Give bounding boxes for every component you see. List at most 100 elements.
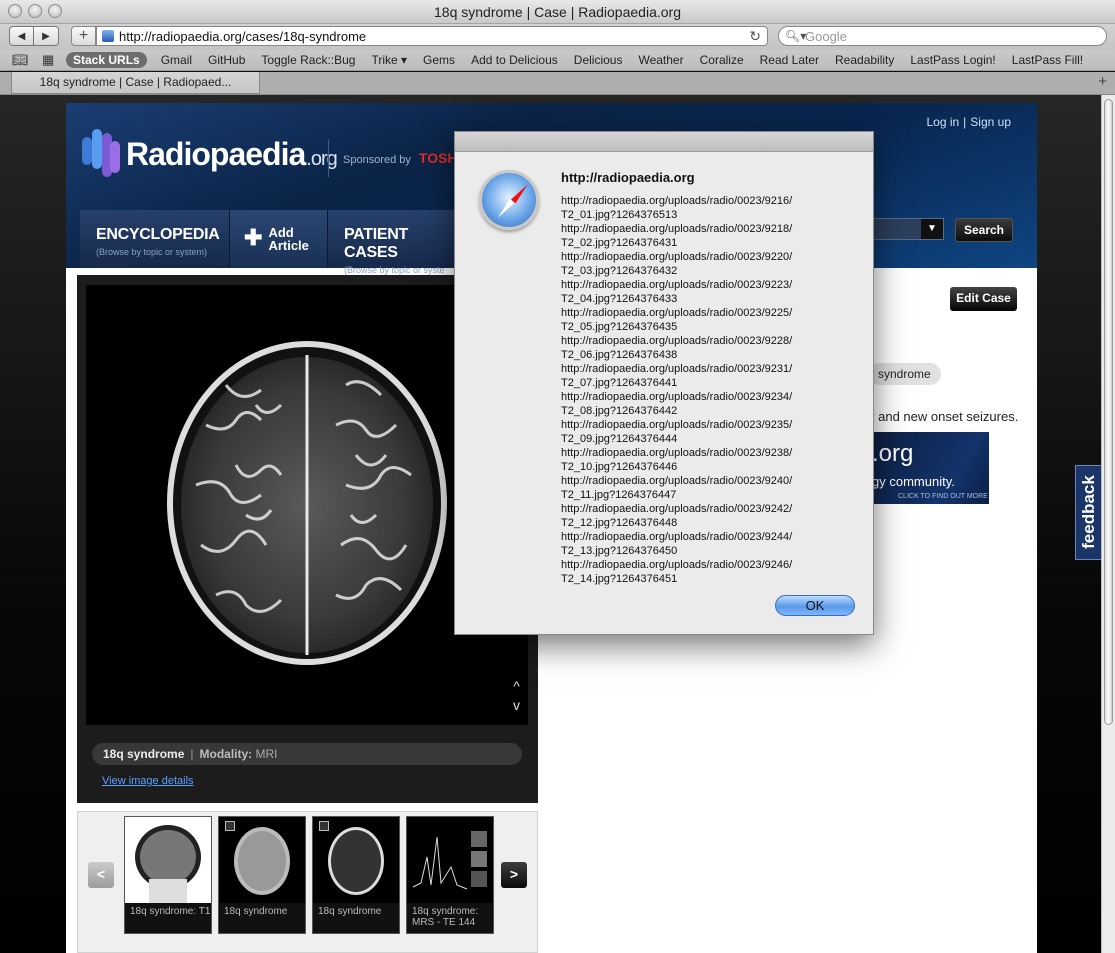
dialog-message-line: T2_11.jpg?1264376447 [561,489,677,501]
bookmark-item[interactable]: LastPass Login! [910,52,995,68]
reload-icon[interactable]: ↻ [749,27,761,46]
dialog-message-line: T2_04.jpg?1264376433 [561,293,678,305]
search-placeholder: Google [805,29,847,44]
image-caption-bar: 18q syndrome | Modality: MRI [92,743,522,765]
image-stack-icon [319,821,329,831]
dialog-message-line: http://radiopaedia.org/uploads/radio/002… [561,503,793,515]
back-button[interactable]: ◀ [9,26,34,46]
bookmark-item[interactable]: Coralize [700,52,744,68]
address-url: http://radiopaedia.org/cases/18q-syndrom… [119,29,367,44]
forward-button[interactable]: ▶ [34,26,59,46]
slice-scroll-controls[interactable]: ^ v [513,677,520,715]
thumbnail-item[interactable]: 18q syndrome: T1 [124,816,212,934]
scrollbar-thumb[interactable] [1104,99,1113,725]
site-search-select[interactable]: ▼ [870,218,944,240]
signup-link[interactable]: Sign up [970,115,1011,129]
radiopaedia-logo[interactable]: Radiopaedia.org [80,127,338,179]
bookmark-item[interactable]: Read Later [760,52,819,68]
dialog-message-line: T2_12.jpg?1264376448 [561,517,678,529]
ok-button[interactable]: OK [775,595,855,616]
sponsor-logo[interactable]: TOSH [419,150,458,166]
search-field[interactable]: 🔍︎▾ Google [778,26,1107,46]
edit-case-button[interactable]: Edit Case [950,287,1017,311]
ad-banner-title: .org [872,440,914,467]
thumbnail-strip: < 18q syndrome: T1 18q syndrome 18q synd… [77,811,538,953]
add-bookmark-button[interactable]: + [71,26,96,46]
bookmark-item[interactable]: Add to Delicious [471,52,558,68]
bookmark-item[interactable]: Readability [835,52,894,68]
plus-icon: ✚ [244,225,263,250]
bookmark-item[interactable]: Trike ▾ [371,52,407,68]
ad-banner[interactable]: .org gy community. CLICK TO FIND OUT MOR… [868,432,989,504]
prev-thumbnails-button[interactable]: < [88,862,114,888]
dialog-message-line: http://radiopaedia.org/uploads/radio/002… [561,391,793,403]
nav-encyclopedia[interactable]: ENCYCLOPEDIA (Browse by topic or system) [80,210,230,268]
logo-wordmark: Radiopaedia.org [126,136,338,172]
site-favicon-icon [102,30,114,42]
bookmark-item[interactable]: Delicious [574,52,623,68]
dialog-message-line: http://radiopaedia.org/uploads/radio/002… [561,251,793,263]
tab-current[interactable]: 18q syndrome | Case | Radiopaed... [11,72,260,94]
dialog-message-line: T2_02.jpg?1264376431 [561,237,678,249]
nav-encyclopedia-label: ENCYCLOPEDIA [96,226,220,243]
site-search-button[interactable]: Search [955,218,1013,242]
nav-patient-cases[interactable]: PATIENT CASES (Browse by topic or syste [328,210,454,275]
tab-bar: 18q syndrome | Case | Radiopaed... + [0,72,1115,95]
forward-arrow-icon: ▶ [42,30,50,42]
thumbnail-label: 18q syndrome: T1 [130,906,211,917]
dialog-message-line: T2_07.jpg?1264376441 [561,377,678,389]
image-stack-icon [225,821,235,831]
bookmark-list: Stack URLs Gmail GitHub Toggle Rack::Bug… [66,52,1099,68]
dialog-titlebar [455,132,873,152]
next-thumbnails-button[interactable]: > [501,862,527,888]
nav-encyclopedia-sub: (Browse by topic or system) [96,247,208,257]
scroll-down-icon[interactable]: v [513,696,520,715]
thumbnail-item[interactable]: 18q syndrome [312,816,400,934]
window-titlebar: 18q syndrome | Case | Radiopaedia.org [0,0,1115,24]
login-link[interactable]: Log in [926,115,959,129]
bookmark-item[interactable]: Toggle Rack::Bug [261,52,355,68]
scroll-up-icon[interactable]: ^ [513,677,520,696]
browser-toolbar: ◀ ▶ + http://radiopaedia.org/cases/18q-s… [0,24,1115,50]
javascript-alert-dialog: http://radiopaedia.org http://radiopaedi… [454,131,874,635]
thumbnail-label: 18q syndrome [318,906,382,917]
search-icon: 🔍︎▾ [785,29,807,43]
window-title: 18q syndrome | Case | Radiopaedia.org [434,4,681,20]
feedback-label: feedback [1079,475,1098,549]
dialog-message-line: http://radiopaedia.org/uploads/radio/002… [561,419,793,431]
dialog-message-line: http://radiopaedia.org/uploads/radio/002… [561,475,793,487]
nav-patient-cases-label: PATIENT CASES [344,226,408,261]
case-tag[interactable]: syndrome [868,363,941,385]
thumbnail-item[interactable]: 18q syndrome: MRS - TE 144 [406,816,494,934]
ad-banner-cta: CLICK TO FIND OUT MORE [898,493,988,500]
dialog-message-line: http://radiopaedia.org/uploads/radio/002… [561,559,793,571]
dialog-message-line: http://radiopaedia.org/uploads/radio/002… [561,307,793,319]
auth-links: Log in | Sign up [926,115,1011,129]
sponsored-by-label: Sponsored by [343,154,411,166]
thumbnail-image [407,817,493,903]
history-buttons: ◀ ▶ [9,26,59,46]
dialog-message-line: T2_09.jpg?1264376444 [561,433,678,445]
bookmark-item[interactable]: Gmail [161,52,192,68]
ad-banner-subtitle: gy community. [872,474,955,489]
new-tab-icon[interactable]: + [1098,73,1107,90]
add-article-button[interactable]: ✚ Add Article [230,210,328,268]
thumbnail-item[interactable]: 18q syndrome [218,816,306,934]
page-scrollbar[interactable] [1101,95,1115,953]
dialog-message-line: http://radiopaedia.org/uploads/radio/002… [561,335,793,347]
logo-mark-icon [80,127,120,179]
bookmark-item[interactable]: Stack URLs [66,52,147,68]
image-caption: 18q syndrome [103,747,185,761]
feedback-tab[interactable]: feedback [1075,465,1101,560]
bookmark-item[interactable]: Weather [638,52,683,68]
bookmark-item[interactable]: GitHub [208,52,245,68]
nav-patient-cases-sub: (Browse by topic or syste [344,265,445,275]
reading-list-icon[interactable]: 📖︎ [12,52,29,68]
dialog-message-line: T2_05.jpg?1264376435 [561,321,678,333]
view-image-details-link[interactable]: View image details [102,775,194,787]
bookmark-item[interactable]: LastPass Fill! [1012,52,1083,68]
address-bar[interactable]: http://radiopaedia.org/cases/18q-syndrom… [96,26,768,46]
dialog-message-line: http://radiopaedia.org/uploads/radio/002… [561,223,793,235]
bookmark-item[interactable]: Gems [423,52,455,68]
top-sites-grid-icon[interactable]: ▦ [42,52,54,68]
